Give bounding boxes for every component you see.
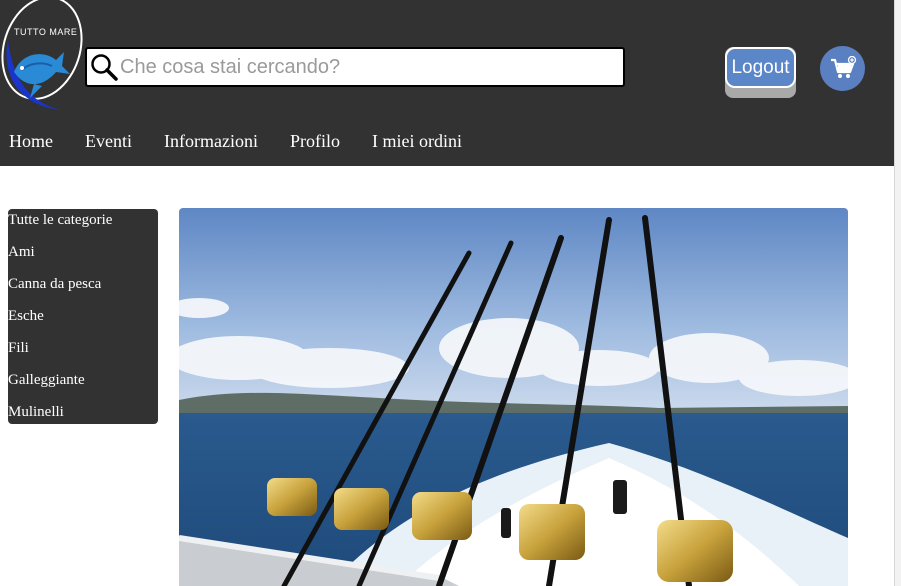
site-logo[interactable]: TUTTO MARE [0,0,84,118]
nav-home[interactable]: Home [9,131,53,155]
category-sidebar: Tutte le categorie Ami Canna da pesca Es… [8,209,158,424]
logout-button-shadow: Logout [725,47,796,98]
category-ami[interactable]: Ami [8,244,35,261]
header-bar: TUTTO MARE Logout Home Eventi Informazio… [0,0,894,166]
cart-button[interactable] [820,46,865,91]
search-input[interactable] [118,55,610,79]
main-nav: Home Eventi Informazioni Profilo I miei … [9,131,494,155]
category-all[interactable]: Tutte le categorie [8,212,112,229]
logout-button[interactable]: Logout [725,47,796,88]
search-icon[interactable] [90,53,118,81]
logo-text: TUTTO MARE [14,27,78,37]
category-canna-da-pesca[interactable]: Canna da pesca [8,276,101,293]
category-galleggiante[interactable]: Galleggiante [8,372,85,389]
fishing-rods-on-boat-image [179,208,848,586]
nav-profilo[interactable]: Profilo [290,131,340,155]
category-mulinelli[interactable]: Mulinelli [8,404,64,421]
nav-informazioni[interactable]: Informazioni [164,131,258,155]
hero-image [179,208,848,586]
nav-miei-ordini[interactable]: I miei ordini [372,131,462,155]
fish-logo-icon [1,0,83,110]
search-bar[interactable] [85,47,625,87]
category-fili[interactable]: Fili [8,340,29,357]
category-esche[interactable]: Esche [8,308,44,325]
scrollbar-track[interactable] [894,0,901,586]
nav-eventi[interactable]: Eventi [85,131,132,155]
cart-icon [830,55,856,78]
